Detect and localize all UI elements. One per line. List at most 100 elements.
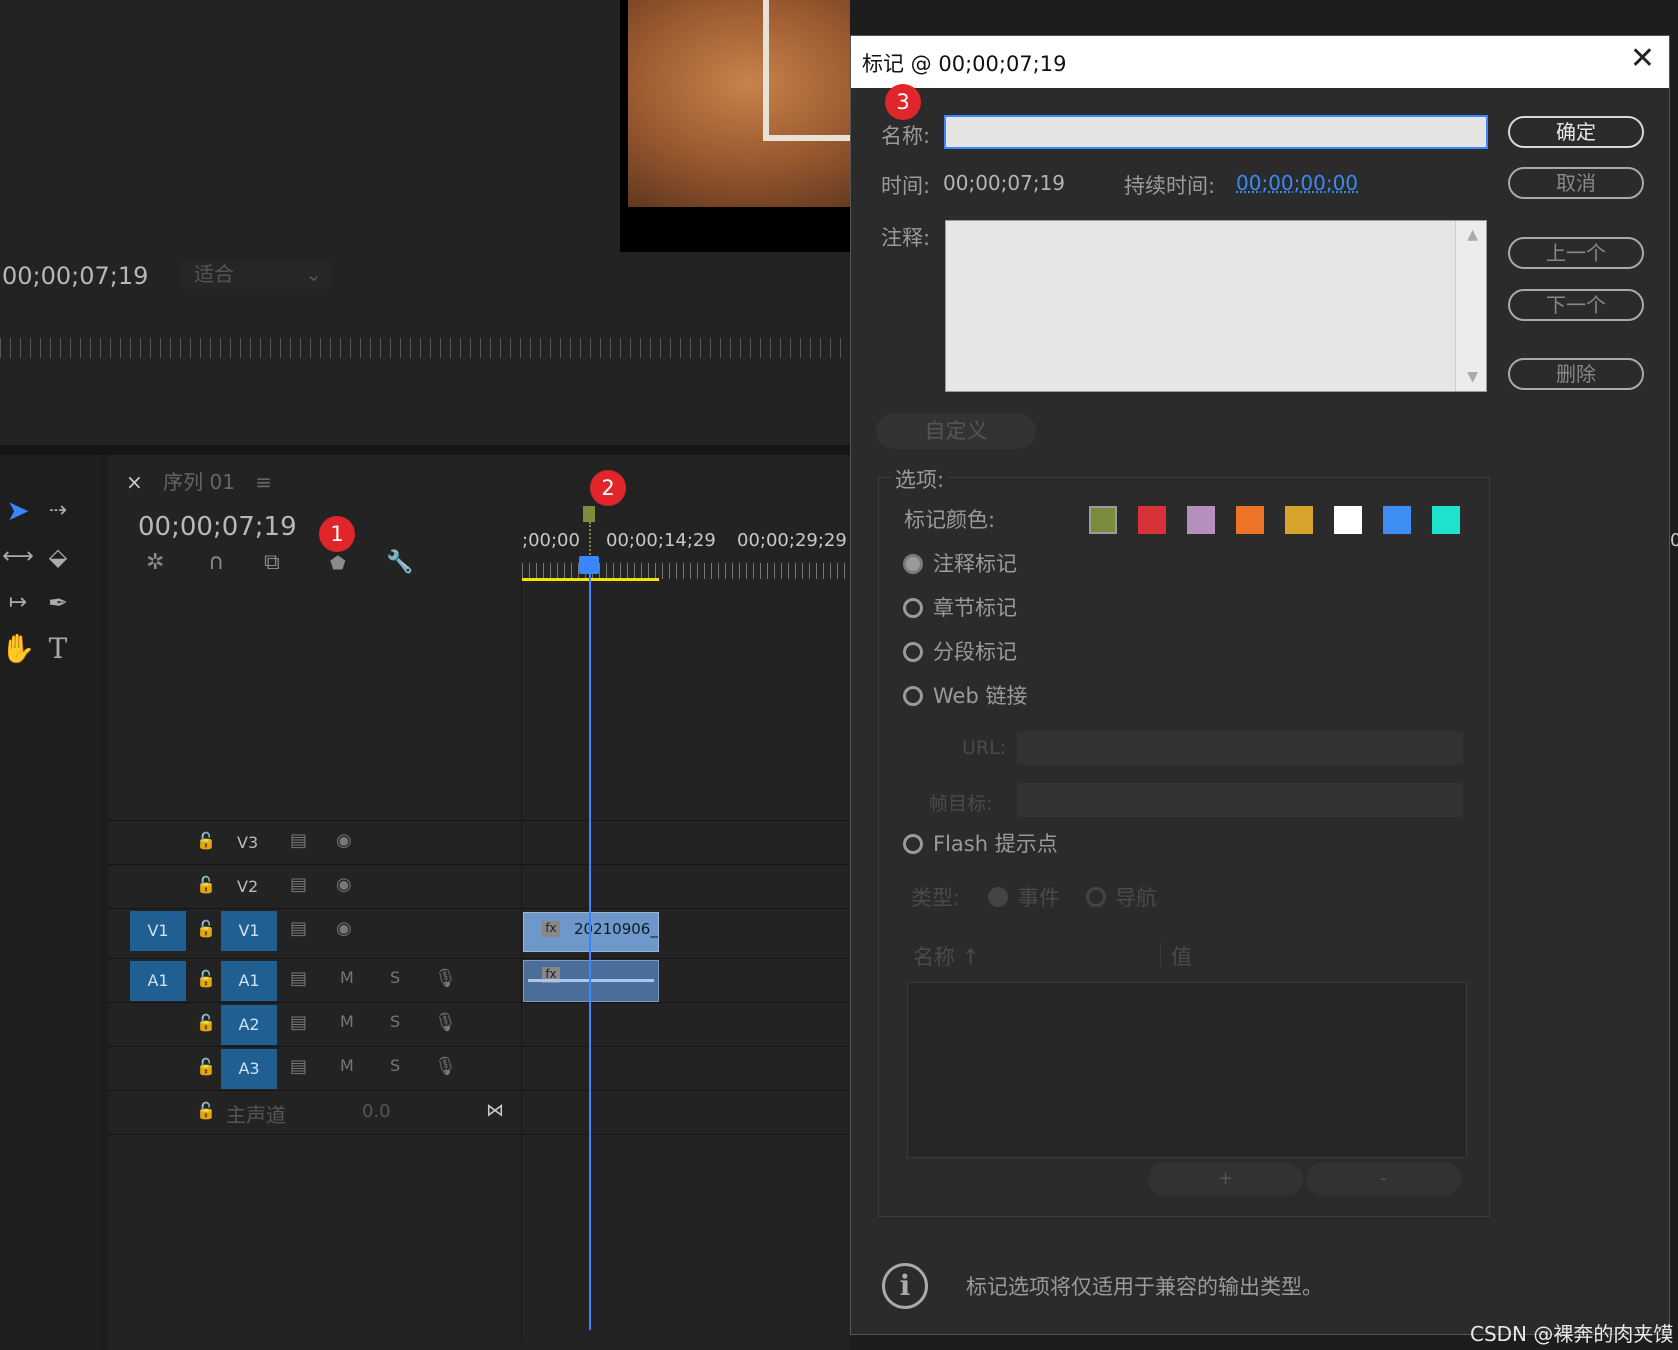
selection-tool-icon[interactable]: ➤ xyxy=(0,493,36,529)
sync-lock-icon[interactable]: ▤ xyxy=(290,968,307,989)
lock-icon[interactable]: 🔓 xyxy=(196,969,216,988)
program-monitor: 00;00;07;19 适合 ⌄ xyxy=(0,0,850,445)
segmentation-marker-label: 分段标记 xyxy=(933,640,1017,664)
mic-icon[interactable]: 🎙 xyxy=(434,1056,457,1077)
sync-lock-icon[interactable]: ▤ xyxy=(290,1056,307,1077)
fit-dropdown[interactable]: 适合 ⌄ xyxy=(180,259,330,289)
video-clip[interactable]: fx 20210906_ xyxy=(523,912,659,952)
col-name-header[interactable]: 名称 ↑ xyxy=(913,941,979,971)
nest-icon[interactable]: ✲ xyxy=(146,550,164,575)
track-master: 🔓 主声道 0.0 ⋈ xyxy=(108,1090,850,1135)
hand-tool-icon[interactable]: ✋ xyxy=(0,631,36,667)
solo-button[interactable]: S xyxy=(390,1056,400,1075)
lock-icon[interactable]: 🔓 xyxy=(196,919,216,938)
radio-flash-cue-point[interactable] xyxy=(903,834,923,854)
eye-icon[interactable]: ◉ xyxy=(336,874,352,895)
audio-clip[interactable]: fx xyxy=(523,960,659,1002)
marker-color-swatch[interactable] xyxy=(1138,506,1166,534)
track-select-tool-icon[interactable]: ⇢ xyxy=(40,493,76,529)
custom-button[interactable]: 自定义 xyxy=(876,413,1036,449)
sequence-tab[interactable]: × 序列 01 ≡ xyxy=(126,466,272,495)
source-patch-v1[interactable]: V1 xyxy=(130,911,186,951)
previous-button[interactable]: 上一个 xyxy=(1508,237,1644,269)
sequence-timecode[interactable]: 00;00;07;19 xyxy=(138,512,297,542)
playhead-line[interactable] xyxy=(589,560,591,1330)
bowtie-icon[interactable]: ⋈ xyxy=(486,1100,504,1121)
ruler-time-2: 00;00;29;29 xyxy=(737,530,847,551)
marker-color-swatch[interactable] xyxy=(1089,506,1117,534)
panel-menu-icon[interactable]: ≡ xyxy=(255,470,272,494)
playhead-handle[interactable] xyxy=(579,556,599,574)
radio-comment-marker[interactable] xyxy=(903,554,923,574)
track-target-a2[interactable]: A2 xyxy=(221,1005,277,1045)
sync-lock-icon[interactable]: ▤ xyxy=(290,1012,307,1033)
ripple-edit-tool-icon[interactable]: ⟷ xyxy=(0,539,36,575)
marker-icon[interactable]: ⬟ xyxy=(330,553,346,574)
next-button[interactable]: 下一个 xyxy=(1508,289,1644,321)
lock-icon[interactable]: 🔓 xyxy=(196,1013,216,1032)
name-label: 名称: xyxy=(881,124,931,148)
marker-color-swatch[interactable] xyxy=(1383,506,1411,534)
track-target-a1[interactable]: A1 xyxy=(221,961,277,1001)
linked-selection-icon[interactable]: ⧉ xyxy=(264,550,280,575)
scroll-up-icon[interactable]: ▲ xyxy=(1467,227,1478,243)
radio-chapter-marker[interactable] xyxy=(903,598,923,618)
mute-button[interactable]: M xyxy=(340,1012,354,1031)
sync-lock-icon[interactable]: ▤ xyxy=(290,918,307,939)
eye-icon[interactable]: ◉ xyxy=(336,830,352,851)
mic-icon[interactable]: 🎙 xyxy=(434,1012,457,1033)
lock-icon[interactable]: 🔓 xyxy=(196,1057,216,1076)
monitor-ruler[interactable] xyxy=(0,338,850,358)
close-icon[interactable]: ✕ xyxy=(1630,44,1655,74)
marker-name-input[interactable] xyxy=(944,115,1488,149)
sync-lock-icon[interactable]: ▤ xyxy=(290,874,307,895)
sync-lock-icon[interactable]: ▤ xyxy=(290,830,307,851)
lock-icon[interactable]: 🔓 xyxy=(196,875,216,894)
radio-web-link[interactable] xyxy=(903,686,923,706)
lock-icon[interactable]: 🔓 xyxy=(196,831,216,850)
mic-icon[interactable]: 🎙 xyxy=(434,968,457,989)
url-input xyxy=(1017,731,1463,765)
lock-icon[interactable]: 🔓 xyxy=(196,1101,216,1120)
marker-color-swatch[interactable] xyxy=(1285,506,1313,534)
cancel-button[interactable]: 取消 xyxy=(1508,167,1644,199)
scroll-down-icon[interactable]: ▼ xyxy=(1467,369,1478,385)
marker-color-swatch[interactable] xyxy=(1432,506,1460,534)
track-target-a3[interactable]: A3 xyxy=(221,1049,277,1089)
wrench-icon[interactable]: 🔧 xyxy=(386,550,413,575)
radio-segmentation-marker[interactable] xyxy=(903,642,923,662)
close-tab-icon[interactable]: × xyxy=(126,470,143,494)
timeline-marker[interactable] xyxy=(583,506,595,522)
delete-button[interactable]: 删除 xyxy=(1508,358,1644,390)
panel-divider[interactable] xyxy=(0,445,850,455)
ruler-time-edge: 0 xyxy=(1670,530,1678,551)
monitor-timecode[interactable]: 00;00;07;19 xyxy=(2,262,148,290)
mute-button[interactable]: M xyxy=(340,968,354,987)
marker-color-swatch[interactable] xyxy=(1236,506,1264,534)
marker-color-swatch[interactable] xyxy=(1187,506,1215,534)
source-patch-a1[interactable]: A1 xyxy=(130,961,186,1001)
params-list xyxy=(907,982,1467,1158)
type-tool-icon[interactable]: T xyxy=(40,631,76,667)
master-volume[interactable]: 0.0 xyxy=(362,1101,391,1122)
pen-tool-icon[interactable]: ✒ xyxy=(40,585,76,621)
ok-button[interactable]: 确定 xyxy=(1508,116,1644,148)
remove-param-button: - xyxy=(1306,1162,1461,1196)
marker-dialog: 标记 @ 00;00;07;19 ✕ 3 名称: 时间: 00;00;07;19… xyxy=(850,35,1670,1335)
track-target-v1[interactable]: V1 xyxy=(221,911,277,951)
fit-dropdown-label: 适合 xyxy=(194,262,234,286)
razor-tool-icon[interactable]: ⬙ xyxy=(40,539,76,575)
slip-tool-icon[interactable]: ↦ xyxy=(0,585,36,621)
solo-button[interactable]: S xyxy=(390,1012,400,1031)
mute-button[interactable]: M xyxy=(340,1056,354,1075)
snap-icon[interactable]: ∩ xyxy=(208,550,224,575)
eye-icon[interactable]: ◉ xyxy=(336,918,352,939)
duration-value[interactable]: 00;00;00;00 xyxy=(1236,171,1358,195)
col-name-label: 名称 xyxy=(913,945,955,969)
comment-scrollbar[interactable]: ▲ ▼ xyxy=(1455,221,1486,391)
marker-color-swatch[interactable] xyxy=(1334,506,1362,534)
solo-button[interactable]: S xyxy=(390,968,400,987)
add-param-button: + xyxy=(1148,1162,1303,1196)
comment-textarea[interactable]: ▲ ▼ xyxy=(945,220,1487,392)
type-label: 类型: xyxy=(911,886,961,910)
